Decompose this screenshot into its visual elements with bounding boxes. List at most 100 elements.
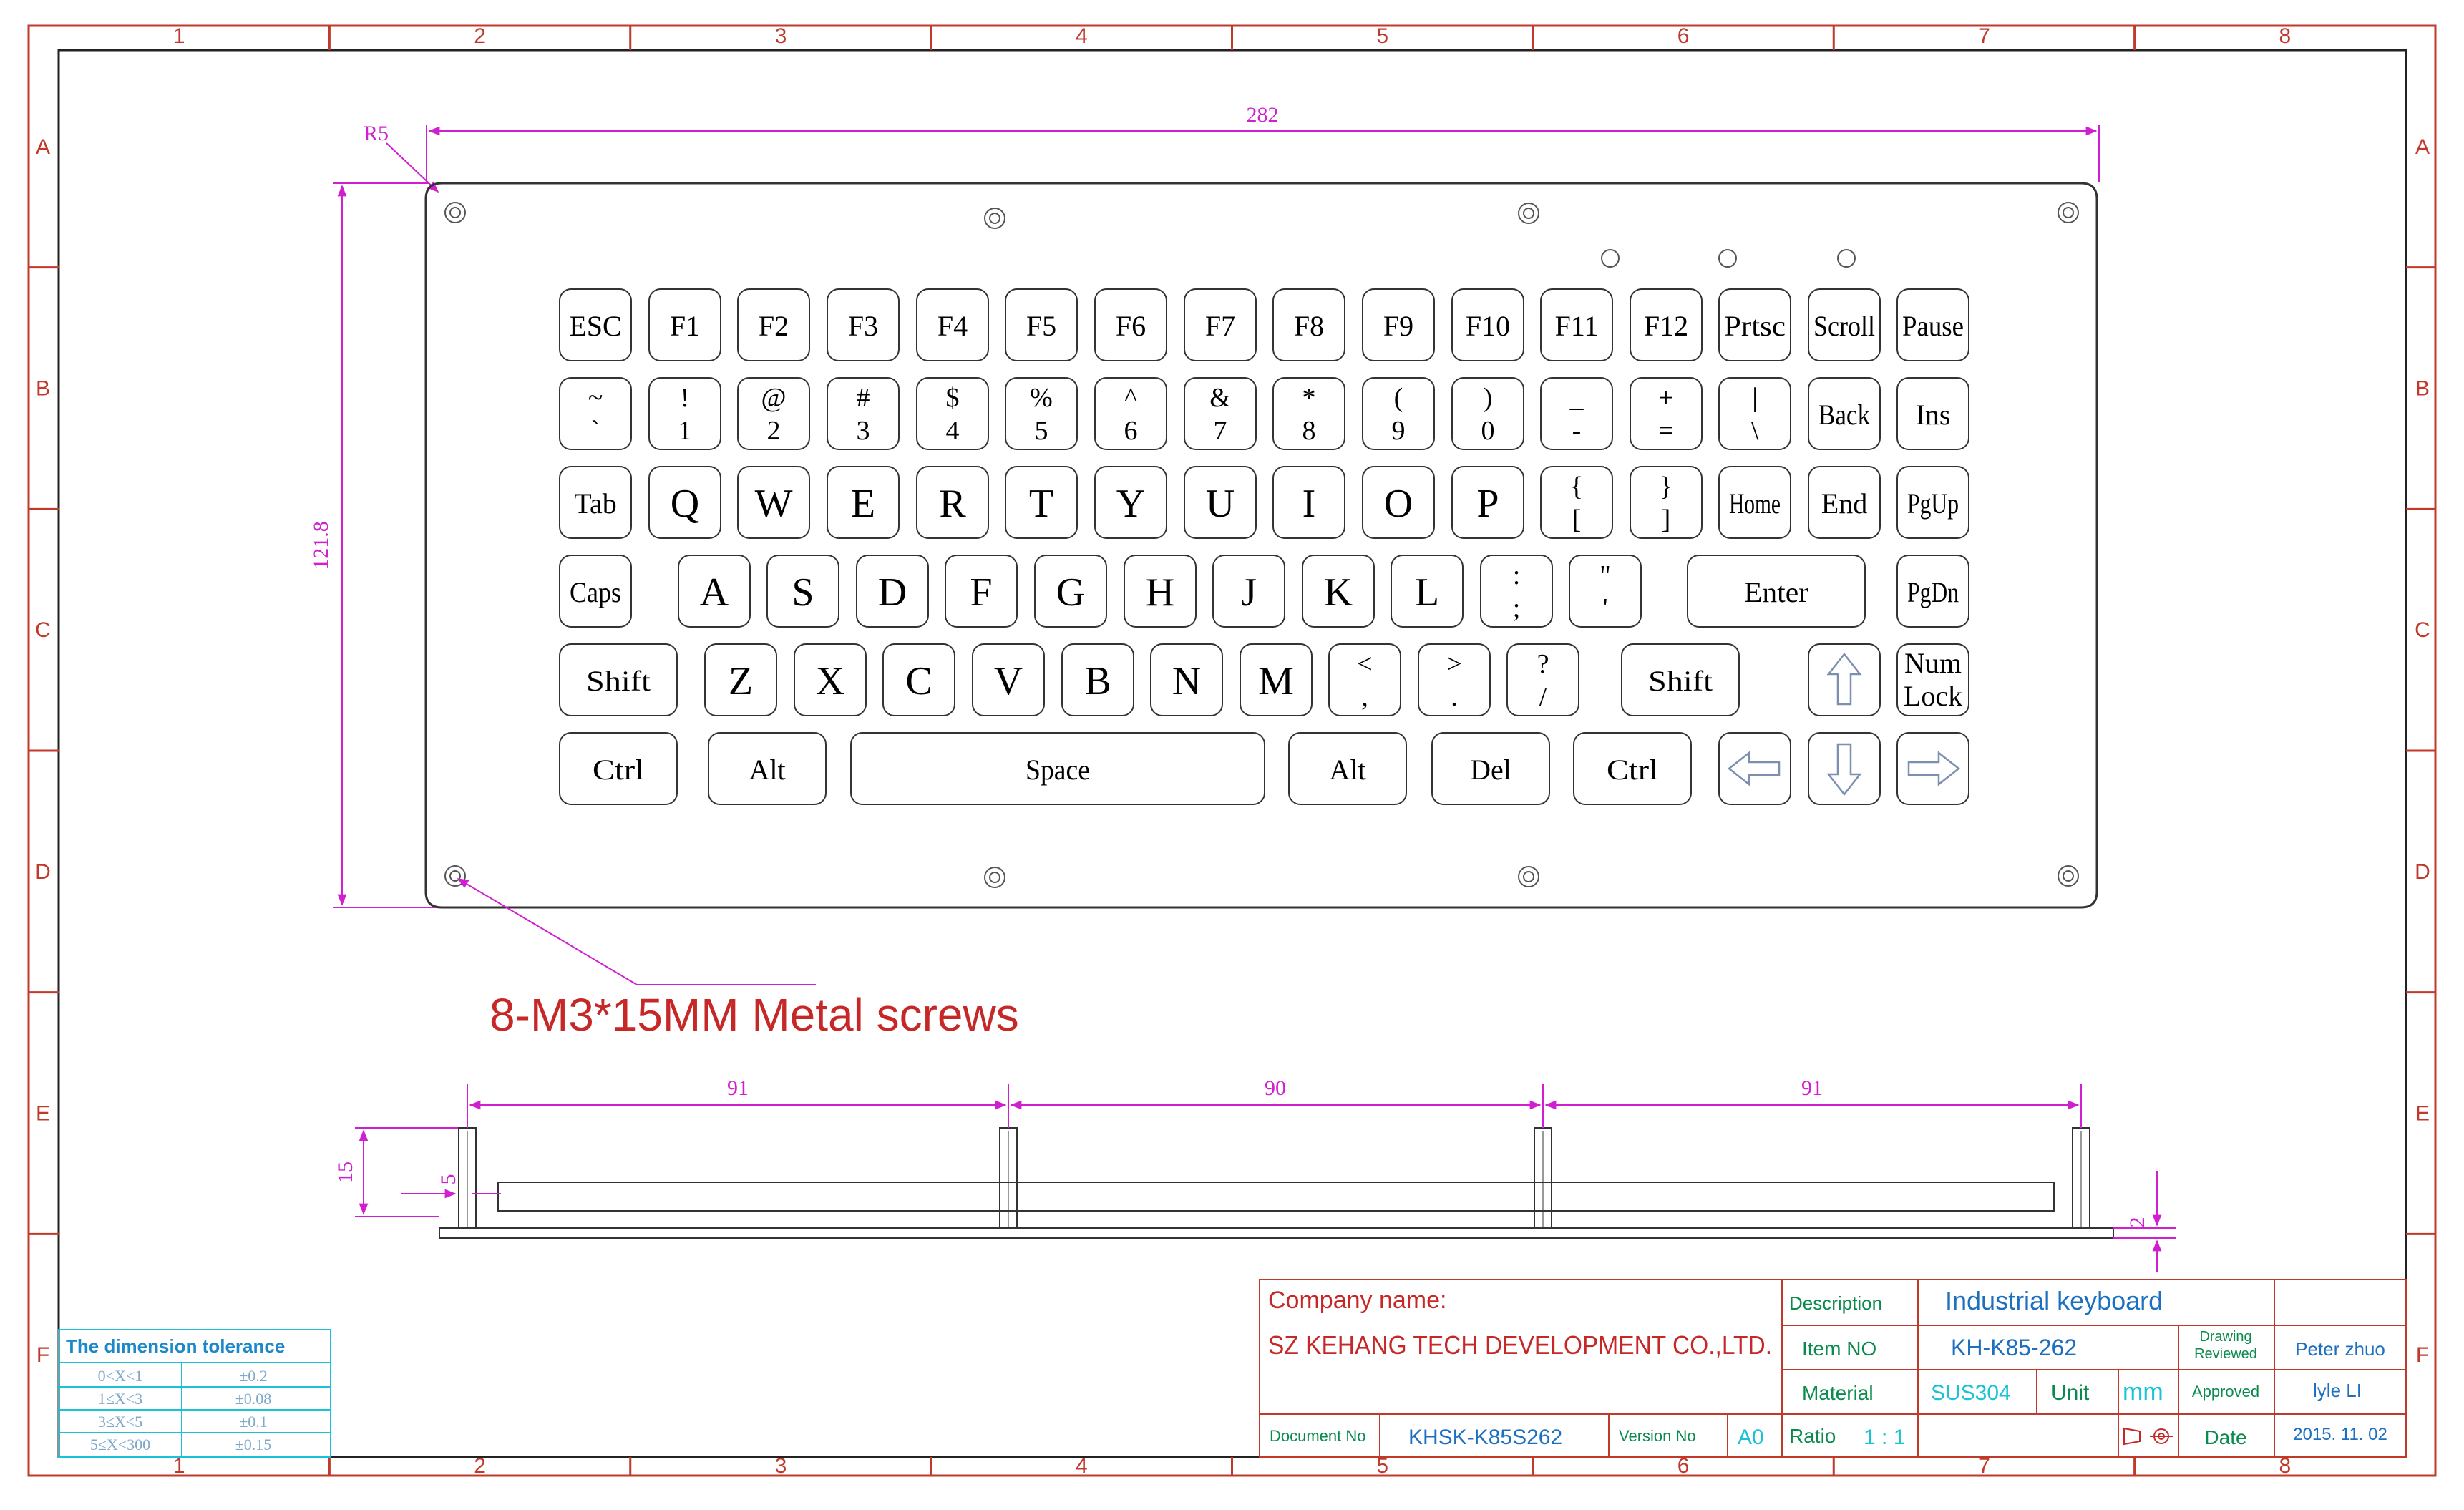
key-8[interactable]: *8 — [1272, 377, 1345, 450]
key-ctrl[interactable]: Ctrl — [1573, 732, 1692, 805]
key-symbol[interactable]: |\ — [1718, 377, 1791, 450]
key-m[interactable]: M — [1240, 643, 1313, 716]
key-f5[interactable]: F5 — [1005, 288, 1078, 361]
key-symbol[interactable]: }] — [1630, 466, 1703, 539]
key-alt[interactable]: Alt — [708, 732, 827, 805]
key-esc[interactable]: ESC — [559, 288, 632, 361]
width-label: 282 — [1247, 103, 1279, 127]
key-num-lock[interactable]: NumLock — [1896, 643, 1969, 716]
key-back[interactable]: Back — [1808, 377, 1881, 450]
key-alt[interactable]: Alt — [1288, 732, 1407, 805]
key-f9[interactable]: F9 — [1362, 288, 1435, 361]
version-label: Version No — [1619, 1427, 1696, 1445]
key-end[interactable]: End — [1808, 466, 1881, 539]
key-f8[interactable]: F8 — [1272, 288, 1345, 361]
key-f2[interactable]: F2 — [737, 288, 810, 361]
key-t[interactable]: T — [1005, 466, 1078, 539]
zone-column-label: 6 — [1677, 24, 1690, 48]
key-home[interactable]: Home — [1718, 466, 1791, 539]
key-enter[interactable]: Enter — [1687, 555, 1866, 628]
key-n[interactable]: N — [1150, 643, 1223, 716]
zone-column-label: 5 — [1376, 24, 1388, 48]
key-i[interactable]: I — [1272, 466, 1345, 539]
key-symbol[interactable]: <, — [1328, 643, 1401, 716]
key-label: Alt — [749, 754, 785, 786]
key-symbol[interactable]: += — [1630, 377, 1703, 450]
key-arrow-down[interactable] — [1808, 732, 1881, 805]
key-o[interactable]: O — [1362, 466, 1435, 539]
key-f7[interactable]: F7 — [1184, 288, 1257, 361]
key-l[interactable]: L — [1391, 555, 1464, 628]
key-f11[interactable]: F11 — [1540, 288, 1613, 361]
key-pgup[interactable]: PgUp — [1896, 466, 1969, 539]
key-symbol[interactable]: >. — [1418, 643, 1491, 716]
key-b[interactable]: B — [1061, 643, 1134, 716]
key-y[interactable]: Y — [1094, 466, 1167, 539]
key-caps[interactable]: Caps — [559, 555, 632, 628]
key-0[interactable]: )0 — [1451, 377, 1524, 450]
key-pgdn[interactable]: PgDn — [1896, 555, 1969, 628]
key-arrow-right[interactable] — [1896, 732, 1969, 805]
spacing-label-2: 90 — [1265, 1076, 1286, 1100]
key-arrow-up[interactable] — [1808, 643, 1881, 716]
key-f4[interactable]: F4 — [916, 288, 989, 361]
zone-row-label: A — [36, 135, 50, 159]
key-symbol[interactable]: ?/ — [1506, 643, 1579, 716]
key-p[interactable]: P — [1451, 466, 1524, 539]
key-f[interactable]: F — [945, 555, 1018, 628]
key-f1[interactable]: F1 — [648, 288, 721, 361]
key-e[interactable]: E — [827, 466, 900, 539]
key-w[interactable]: W — [737, 466, 810, 539]
key-q[interactable]: Q — [648, 466, 721, 539]
key-base-label: 1 — [678, 416, 692, 446]
key-7[interactable]: &7 — [1184, 377, 1257, 450]
key-pause[interactable]: Pause — [1896, 288, 1969, 361]
key-shift[interactable]: Shift — [1621, 643, 1740, 716]
key-del[interactable]: Del — [1431, 732, 1550, 805]
date-label: Date — [2204, 1426, 2246, 1448]
key-f10[interactable]: F10 — [1451, 288, 1524, 361]
key-f12[interactable]: F12 — [1630, 288, 1703, 361]
key-a[interactable]: A — [678, 555, 751, 628]
key-5[interactable]: %5 — [1005, 377, 1078, 450]
key-f6[interactable]: F6 — [1094, 288, 1167, 361]
screw-hole — [1518, 866, 1539, 887]
tolerance-title: The dimension tolerance — [66, 1335, 285, 1357]
key-ins[interactable]: Ins — [1896, 377, 1969, 450]
key-3[interactable]: #3 — [827, 377, 900, 450]
key-6[interactable]: ^6 — [1094, 377, 1167, 450]
key-s[interactable]: S — [766, 555, 839, 628]
key-c[interactable]: C — [882, 643, 955, 716]
key-1[interactable]: !1 — [648, 377, 721, 450]
key-f3[interactable]: F3 — [827, 288, 900, 361]
key-tab[interactable]: Tab — [559, 466, 632, 539]
key-d[interactable]: D — [856, 555, 929, 628]
key-r[interactable]: R — [916, 466, 989, 539]
key-arrow-left[interactable] — [1718, 732, 1791, 805]
key-u[interactable]: U — [1184, 466, 1257, 539]
key-scroll[interactable]: Scroll — [1808, 288, 1881, 361]
key-symbol[interactable]: _- — [1540, 377, 1613, 450]
key-prtsc[interactable]: Prtsc — [1718, 288, 1791, 361]
tolerance-range: 5≤X<300 — [90, 1436, 150, 1453]
key-symbol[interactable]: "' — [1569, 555, 1642, 628]
key-g[interactable]: G — [1034, 555, 1107, 628]
key-j[interactable]: J — [1212, 555, 1285, 628]
key-shift-label: # — [857, 383, 870, 413]
key-k[interactable]: K — [1302, 555, 1375, 628]
key-shift[interactable]: Shift — [559, 643, 678, 716]
key-space[interactable]: Space — [850, 732, 1265, 805]
key-2[interactable]: @2 — [737, 377, 810, 450]
zone-row-label: B — [36, 377, 50, 401]
key-v[interactable]: V — [972, 643, 1045, 716]
key-symbol[interactable]: ~` — [559, 377, 632, 450]
key-symbol[interactable]: {[ — [1540, 466, 1613, 539]
key-9[interactable]: (9 — [1362, 377, 1435, 450]
key-4[interactable]: $4 — [916, 377, 989, 450]
key-ctrl[interactable]: Ctrl — [559, 732, 678, 805]
key-z[interactable]: Z — [704, 643, 777, 716]
key-label: C — [905, 659, 932, 703]
key-x[interactable]: X — [794, 643, 867, 716]
key-symbol[interactable]: :; — [1480, 555, 1553, 628]
key-h[interactable]: H — [1124, 555, 1197, 628]
